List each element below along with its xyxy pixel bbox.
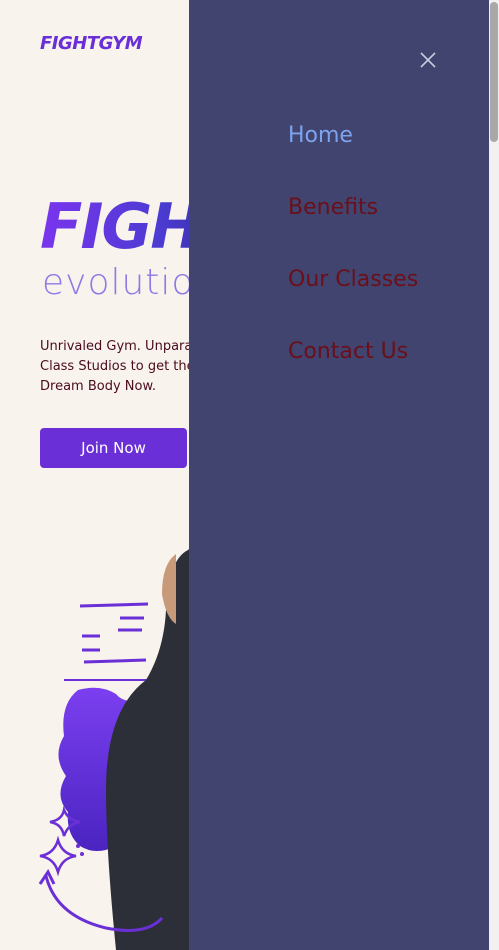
hero-illustration — [38, 540, 198, 950]
nav-item-home: Home — [288, 120, 418, 192]
decor-lines — [64, 602, 156, 681]
close-icon[interactable] — [418, 50, 438, 70]
sparkle-icon-small — [39, 835, 77, 877]
nav-menu: Home Benefits Our Classes Contact Us — [288, 120, 418, 408]
nav-item-benefits: Benefits — [288, 192, 418, 264]
scrollbar-thumb[interactable] — [490, 2, 498, 142]
logo[interactable]: FIGHTGYM — [40, 33, 143, 54]
nav-item-contact-us: Contact Us — [288, 336, 418, 408]
nav-link-home[interactable]: Home — [288, 120, 353, 152]
athlete-figure — [106, 540, 198, 950]
nav-item-our-classes: Our Classes — [288, 264, 418, 336]
join-now-button[interactable]: Join Now — [40, 428, 187, 468]
nav-link-contact-us[interactable]: Contact Us — [288, 336, 408, 368]
nav-link-benefits[interactable]: Benefits — [288, 192, 378, 224]
nav-link-our-classes[interactable]: Our Classes — [288, 264, 418, 296]
nav-drawer: Home Benefits Our Classes Contact Us — [189, 0, 489, 950]
scrollbar-track[interactable] — [489, 0, 499, 950]
